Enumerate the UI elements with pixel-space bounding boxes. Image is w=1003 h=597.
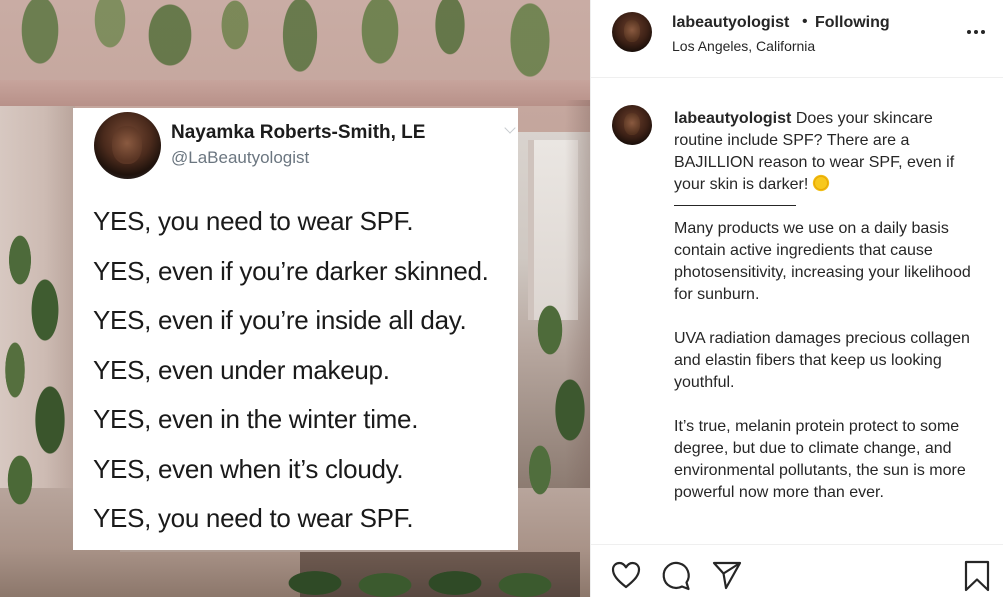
post-side-panel: labeautyologist • Following Los Angeles,…	[590, 0, 1003, 597]
image-plants	[520, 300, 590, 500]
chevron-down-icon	[504, 122, 516, 134]
heart-icon[interactable]	[611, 561, 641, 589]
image-plants	[0, 220, 75, 520]
tweet-line: YES, you need to wear SPF.	[93, 503, 414, 533]
location-link[interactable]: Los Angeles, California	[672, 38, 815, 54]
following-button[interactable]: Following	[815, 14, 890, 32]
dot-icon	[981, 30, 985, 34]
tweet-author-handle: @LaBeautyologist	[171, 148, 310, 167]
sun-emoji-icon	[812, 174, 831, 192]
author-username-link[interactable]: labeautyologist	[672, 14, 789, 32]
image-plants	[285, 565, 575, 597]
tweet-text: YES, you need to wear SPF. YES, even if …	[93, 204, 489, 551]
action-bar	[591, 544, 1003, 597]
caption-paragraph: Many products we use on a daily basis co…	[674, 220, 971, 303]
bookmark-icon[interactable]	[963, 560, 991, 592]
caption-author-avatar[interactable]	[612, 105, 652, 145]
more-options-icon[interactable]	[963, 22, 989, 42]
separator-dot: •	[802, 13, 808, 30]
post-image[interactable]: Nayamka Roberts-Smith, LE @LaBeautyologi…	[0, 0, 590, 597]
caption-divider	[674, 205, 796, 206]
caption-section: labeautyologist Does your skincare routi…	[591, 79, 1003, 544]
tweet-line: YES, even under makeup.	[93, 354, 390, 385]
tweet-line: YES, even when it’s cloudy.	[93, 453, 404, 484]
tweet-line: YES, even if you’re darker skinned.	[93, 255, 489, 286]
tweet-author-name: Nayamka Roberts-Smith, LE	[171, 122, 426, 143]
share-icon[interactable]	[711, 560, 743, 590]
image-vines	[0, 0, 590, 110]
tweet-line: YES, you need to wear SPF.	[93, 206, 414, 236]
tweet-card: Nayamka Roberts-Smith, LE @LaBeautyologi…	[73, 108, 518, 550]
caption-username-link[interactable]: labeautyologist	[674, 110, 791, 127]
tweet-line: YES, even if you’re inside all day.	[93, 305, 467, 335]
comment-icon[interactable]	[660, 560, 692, 592]
tweet-avatar	[94, 112, 161, 179]
author-avatar[interactable]	[612, 12, 652, 52]
tweet-line: YES, even in the winter time.	[93, 404, 419, 434]
dot-icon	[974, 30, 978, 34]
dot-icon	[967, 30, 971, 34]
caption-paragraph: UVA radiation damages precious collagen …	[674, 330, 970, 391]
caption-paragraph: It’s true, melanin protein protect to so…	[674, 418, 966, 501]
caption-text: labeautyologist Does your skincare routi…	[674, 108, 986, 504]
post-header: labeautyologist • Following Los Angeles,…	[591, 0, 1003, 78]
